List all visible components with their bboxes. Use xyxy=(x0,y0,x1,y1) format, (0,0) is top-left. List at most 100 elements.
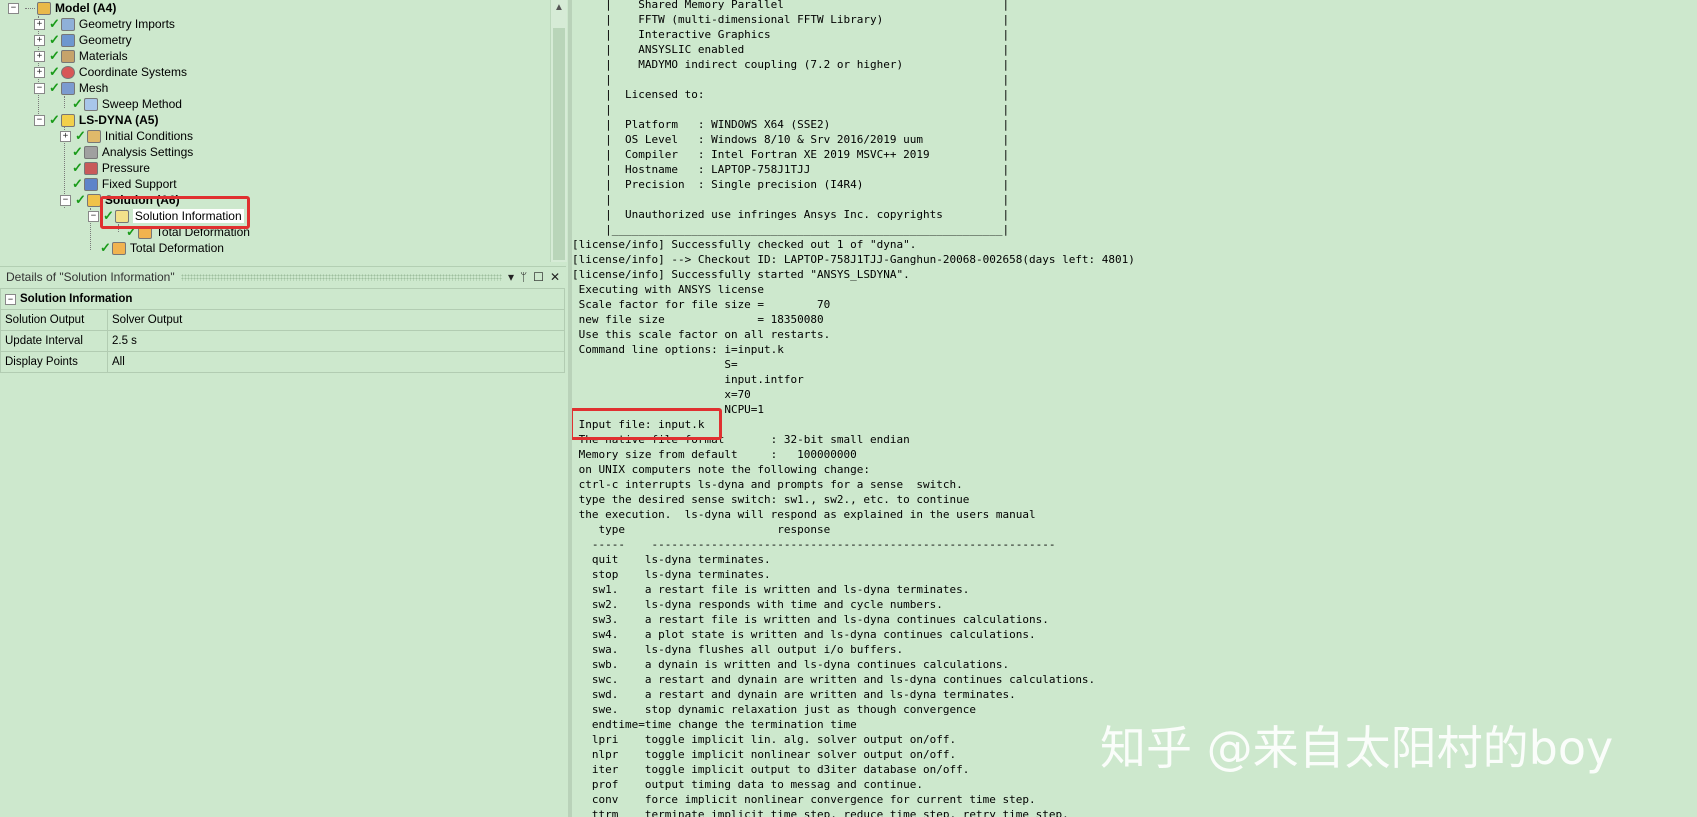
console-line: prof output timing data to messag and co… xyxy=(572,778,923,791)
scroll-up-icon[interactable]: ▲ xyxy=(554,2,564,13)
expand-icon[interactable]: + xyxy=(60,130,71,142)
console-line: | Licensed to: | xyxy=(572,88,1010,101)
tree-node-model[interactable]: − Model (A4) xyxy=(8,0,116,16)
materials-icon xyxy=(60,49,75,63)
console-line: ctrl-c interrupts ls-dyna and prompts fo… xyxy=(572,478,963,491)
console-line: [license/info] Successfully started "ANS… xyxy=(572,268,910,281)
details-row[interactable]: Update Interval 2.5 s xyxy=(0,330,565,352)
console-line: | Interactive Graphics | xyxy=(572,28,1010,41)
check-icon: ✓ xyxy=(72,144,83,159)
tree-node-mesh[interactable]: − ✓ Mesh xyxy=(34,80,108,96)
tree-node-materials[interactable]: + ✓ Materials xyxy=(34,48,128,64)
highlight-box-tree xyxy=(100,196,250,229)
console-line: swa. ls-dyna flushes all output i/o buff… xyxy=(572,643,904,656)
check-icon: ✓ xyxy=(100,240,111,255)
console-line: nlpr toggle implicit nonlinear solver ou… xyxy=(572,748,957,761)
console-line: the execution. ls-dyna will respond as e… xyxy=(572,508,1036,521)
highlight-box-input-file xyxy=(572,408,722,440)
collapse-icon[interactable]: − xyxy=(34,114,45,126)
console-line: | Compiler : Intel Fortran XE 2019 MSVC+… xyxy=(572,148,1010,161)
console-line: | | xyxy=(572,103,1010,116)
collapse-icon[interactable]: − xyxy=(5,294,16,305)
tree-node-label: Coordinate Systems xyxy=(78,65,187,79)
details-key: Solution Output xyxy=(0,309,108,331)
left-panel: − Model (A4) + ✓ Geometry Imports + ✓ Ge… xyxy=(0,0,568,817)
console-line: | | xyxy=(572,193,1010,206)
details-section-row[interactable]: − Solution Information xyxy=(0,288,565,310)
console-line: | Hostname : LAPTOP-758J1TJJ | xyxy=(572,163,1010,176)
details-row[interactable]: Solution Output Solver Output xyxy=(0,309,565,331)
tree-node-label: Analysis Settings xyxy=(101,145,194,159)
console-line: | MADYMO indirect coupling (7.2 or highe… xyxy=(572,58,1010,71)
initial-conditions-icon xyxy=(86,129,101,143)
console-line: ----- ----------------------------------… xyxy=(572,538,1056,551)
tree-scrollbar[interactable]: ▲ xyxy=(550,0,567,262)
expand-icon[interactable]: + xyxy=(34,66,45,78)
collapse-icon[interactable]: − xyxy=(60,194,71,206)
tree-node-analysis-settings[interactable]: ✓ Analysis Settings xyxy=(72,144,193,160)
tree-node-geometry-imports[interactable]: + ✓ Geometry Imports xyxy=(34,16,175,32)
tree-node-label: Total Deformation xyxy=(129,241,224,255)
collapse-icon[interactable]: − xyxy=(8,2,19,14)
fixed-support-icon xyxy=(83,177,98,191)
console-line: input.intfor xyxy=(572,373,804,386)
geometry-icon xyxy=(60,33,75,47)
lsdyna-icon xyxy=(60,113,75,127)
model-icon xyxy=(37,1,51,15)
expand-icon[interactable]: + xyxy=(34,18,45,30)
tree-node-initial-conditions[interactable]: + ✓ Initial Conditions xyxy=(60,128,193,144)
tree-node-total-deformation[interactable]: ✓ Total Deformation xyxy=(100,240,224,256)
details-value[interactable]: Solver Output xyxy=(107,309,565,331)
geometry-imports-icon xyxy=(60,17,75,31)
tree-node-label: Mesh xyxy=(78,81,109,95)
console-line: stop ls-dyna terminates. xyxy=(572,568,771,581)
total-deformation-icon xyxy=(111,241,126,255)
collapse-icon[interactable]: − xyxy=(34,82,45,94)
console-line: | Platform : WINDOWS X64 (SSE2) | xyxy=(572,118,1010,131)
console-line: Memory size from default : 100000000 xyxy=(572,448,857,461)
console-line: sw2. ls-dyna responds with time and cycl… xyxy=(572,598,943,611)
console-line: | Precision : Single precision (I4R4) | xyxy=(572,178,1010,191)
details-value[interactable]: All xyxy=(107,351,565,373)
details-key: Display Points xyxy=(0,351,108,373)
console-line: swc. a restart and dynain are written an… xyxy=(572,673,1096,686)
details-row[interactable]: Display Points All xyxy=(0,351,565,373)
scrollbar-thumb[interactable] xyxy=(553,28,565,260)
check-icon: ✓ xyxy=(49,64,60,79)
check-icon: ✓ xyxy=(75,128,86,143)
expand-icon[interactable]: + xyxy=(34,34,45,46)
close-icon[interactable]: ✕ xyxy=(550,270,560,284)
header-grip xyxy=(180,273,502,281)
details-section-title: − Solution Information xyxy=(0,288,565,310)
console-line: [license/info] Successfully checked out … xyxy=(572,238,917,251)
tree-node-lsdyna[interactable]: − ✓ LS-DYNA (A5) xyxy=(34,112,158,128)
solution-icon xyxy=(86,193,101,207)
mesh-icon xyxy=(60,81,75,95)
check-icon: ✓ xyxy=(49,16,60,31)
console-line: [license/info] --> Checkout ID: LAPTOP-7… xyxy=(572,253,1135,266)
analysis-settings-icon xyxy=(83,145,98,159)
pin-icon[interactable]: ᛘ xyxy=(520,270,527,284)
pressure-icon xyxy=(83,161,98,175)
tree-node-label: LS-DYNA (A5) xyxy=(78,113,159,127)
tree-node-fixed-support[interactable]: ✓ Fixed Support xyxy=(72,176,177,192)
details-value[interactable]: 2.5 s xyxy=(107,330,565,352)
details-key: Update Interval xyxy=(0,330,108,352)
details-title: Details of "Solution Information" xyxy=(6,270,175,284)
collapse-icon[interactable]: − xyxy=(88,210,99,222)
tree-node-sweep-method[interactable]: ✓ Sweep Method xyxy=(72,96,182,112)
console-line: type the desired sense switch: sw1., sw2… xyxy=(572,493,970,506)
tree-node-label: Model (A4) xyxy=(55,1,117,15)
console-line: | OS Level : Windows 8/10 & Srv 2016/201… xyxy=(572,133,1010,146)
tree-node-label: Geometry Imports xyxy=(78,17,175,31)
dropdown-icon[interactable]: ▾ xyxy=(508,270,514,284)
console-line: new file size = 18350080 xyxy=(572,313,824,326)
details-grid: − Solution Information Solution Output So… xyxy=(0,288,565,373)
expand-icon[interactable]: + xyxy=(34,50,45,62)
maximize-icon[interactable]: ☐ xyxy=(533,270,544,284)
console-line: x=70 xyxy=(572,388,751,401)
tree-node-geometry[interactable]: + ✓ Geometry xyxy=(34,32,132,48)
tree-node-pressure[interactable]: ✓ Pressure xyxy=(72,160,150,176)
console-line: swe. stop dynamic relaxation just as tho… xyxy=(572,703,976,716)
tree-node-coordinate-systems[interactable]: + ✓ Coordinate Systems xyxy=(34,64,187,80)
